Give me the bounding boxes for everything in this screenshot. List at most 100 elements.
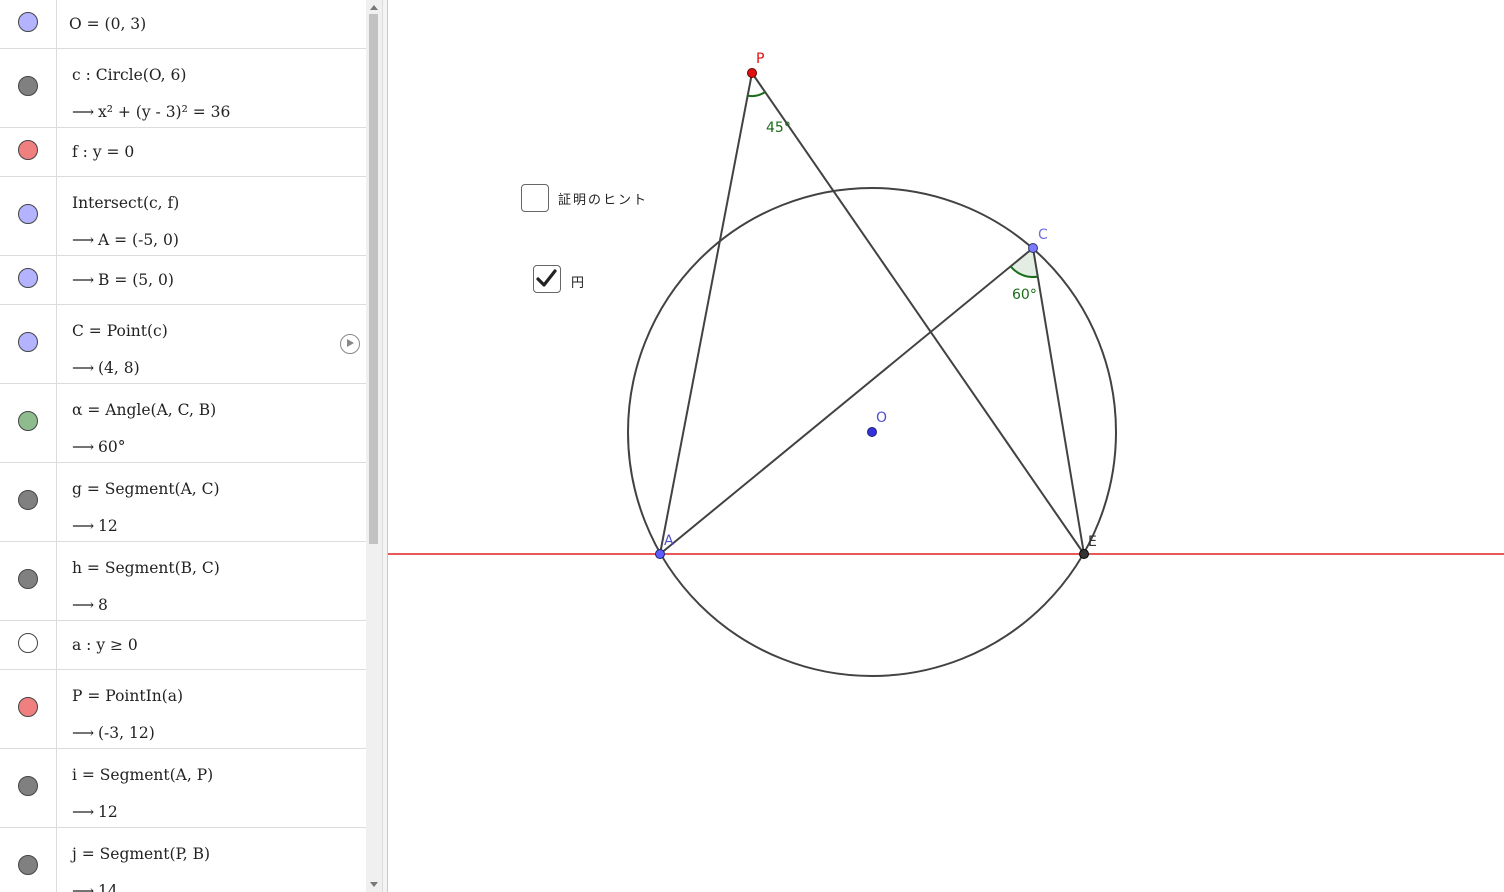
algebra-row[interactable]: c : Circle(O, 6) ⟶ x² + (y - 3)² = 36 (0, 49, 366, 128)
algebra-definition[interactable]: f : y = 0 (72, 142, 134, 162)
graphics-view[interactable]: 45° 60° P C O A E 証明のヒント 円 (388, 0, 1504, 892)
point-p-label: P (756, 51, 764, 67)
algebra-definition[interactable]: α = Angle(A, C, B) (72, 400, 216, 420)
algebra-text: a : y ≥ 0 (72, 636, 138, 654)
algebra-text: Intersect(c, f) (72, 194, 180, 212)
algebra-output[interactable]: ⟶ 12 (72, 802, 118, 822)
algebra-definition[interactable]: c : Circle(O, 6) (72, 65, 186, 85)
algebra-scrollbar[interactable] (366, 0, 382, 892)
output-arrow: ⟶ (72, 803, 95, 821)
scroll-up-arrow-icon[interactable] (370, 5, 378, 10)
algebra-row[interactable]: α = Angle(A, C, B) ⟶ 60° (0, 384, 366, 463)
visibility-toggle-icon[interactable] (18, 411, 38, 431)
point-o-label: O (876, 410, 887, 426)
algebra-text: C = Point(c) (72, 322, 168, 340)
algebra-row[interactable]: C = Point(c) ⟶ (4, 8) (0, 305, 366, 384)
point-c-label: C (1038, 227, 1048, 243)
scroll-down-arrow-icon[interactable] (370, 882, 378, 887)
play-animation-icon[interactable] (340, 334, 360, 354)
point-p[interactable] (747, 68, 757, 78)
output-arrow: ⟶ (72, 724, 95, 742)
segment-g[interactable] (659, 247, 1034, 555)
circle-checkbox-label[interactable]: 円 (571, 272, 586, 291)
algebra-output[interactable]: ⟶ B = (5, 0) (72, 270, 174, 290)
proof-hint-label[interactable]: 証明のヒント (558, 189, 648, 208)
segment-i[interactable] (659, 72, 753, 555)
algebra-row[interactable]: a : y ≥ 0 (0, 621, 366, 670)
visibility-toggle-icon[interactable] (18, 12, 38, 32)
visibility-toggle-icon[interactable] (18, 268, 38, 288)
checkmark-icon (536, 269, 557, 287)
algebra-text: A = (-5, 0) (98, 231, 179, 249)
algebra-definition[interactable]: P = PointIn(a) (72, 686, 183, 706)
algebra-definition[interactable]: i = Segment(A, P) (72, 765, 213, 785)
visibility-cell (0, 749, 57, 827)
visibility-cell (0, 256, 57, 304)
angle-p-label: 45° (766, 120, 791, 136)
algebra-definition[interactable]: a : y ≥ 0 (72, 635, 138, 655)
algebra-row[interactable]: Intersect(c, f) ⟶ A = (-5, 0) (0, 177, 366, 256)
algebra-row[interactable]: O = (0, 3) (0, 0, 366, 49)
point-o[interactable] (867, 427, 877, 437)
visibility-toggle-icon[interactable] (18, 776, 38, 796)
algebra-output[interactable]: ⟶ A = (-5, 0) (72, 230, 179, 250)
algebra-text: 12 (98, 803, 118, 821)
graphics-canvas[interactable]: 45° 60° P C O A E (388, 0, 1504, 892)
algebra-text: α = Angle(A, C, B) (72, 401, 217, 419)
visibility-cell (0, 542, 57, 620)
algebra-definition[interactable]: C = Point(c) (72, 321, 168, 341)
algebra-row[interactable]: h = Segment(B, C) ⟶ 8 (0, 542, 366, 621)
algebra-output[interactable]: ⟶ (4, 8) (72, 358, 140, 378)
algebra-row[interactable]: P = PointIn(a) ⟶ (-3, 12) (0, 670, 366, 749)
algebra-text: j = Segment(P, B) (72, 845, 211, 863)
point-b[interactable] (1079, 549, 1089, 559)
visibility-toggle-icon[interactable] (18, 569, 38, 589)
algebra-definition[interactable]: h = Segment(B, C) (72, 558, 220, 578)
visibility-toggle-icon[interactable] (18, 140, 38, 160)
output-arrow: ⟶ (72, 103, 95, 121)
point-c[interactable] (1028, 243, 1038, 253)
algebra-text: B = (5, 0) (98, 271, 174, 289)
segment-j[interactable] (751, 72, 1085, 555)
visibility-cell (0, 128, 57, 176)
algebra-row[interactable]: i = Segment(A, P) ⟶ 12 (0, 749, 366, 828)
output-arrow: ⟶ (72, 882, 95, 892)
algebra-output[interactable]: ⟶ 8 (72, 595, 108, 615)
visibility-toggle-icon[interactable] (18, 633, 38, 653)
visibility-toggle-icon[interactable] (18, 204, 38, 224)
visibility-toggle-icon[interactable] (18, 332, 38, 352)
algebra-definition[interactable]: Intersect(c, f) (72, 193, 179, 213)
output-arrow: ⟶ (72, 271, 95, 289)
visibility-toggle-icon[interactable] (18, 76, 38, 96)
scrollbar-thumb[interactable] (369, 14, 378, 544)
algebra-row[interactable]: j = Segment(P, B) ⟶ 14 (0, 828, 366, 892)
algebra-text: (-3, 12) (98, 724, 155, 742)
output-arrow: ⟶ (72, 359, 95, 377)
visibility-cell (0, 828, 57, 892)
algebra-definition[interactable]: j = Segment(P, B) (72, 844, 210, 864)
visibility-toggle-icon[interactable] (18, 490, 38, 510)
angle-alpha-label: 60° (1012, 287, 1037, 303)
algebra-text: P = PointIn(a) (72, 687, 184, 705)
proof-hint-checkbox[interactable] (521, 184, 549, 212)
output-arrow: ⟶ (72, 231, 95, 249)
segment-h[interactable] (1032, 247, 1085, 555)
algebra-definition[interactable]: g = Segment(A, C) (72, 479, 220, 499)
algebra-output[interactable]: ⟶ 14 (72, 881, 118, 892)
algebra-output[interactable]: ⟶ 12 (72, 516, 118, 536)
algebra-output[interactable]: ⟶ (-3, 12) (72, 723, 155, 743)
algebra-text: 12 (98, 517, 118, 535)
algebra-row[interactable]: f : y = 0 (0, 128, 366, 177)
algebra-output[interactable]: ⟶ 60° (72, 437, 125, 457)
circle-checkbox[interactable] (533, 265, 561, 293)
algebra-text: c : Circle(O, 6) (72, 66, 187, 84)
algebra-definition[interactable]: O = (0, 3) (69, 14, 146, 34)
algebra-row[interactable]: ⟶ B = (5, 0) (0, 256, 366, 305)
algebra-row[interactable]: g = Segment(A, C) ⟶ 12 (0, 463, 366, 542)
visibility-toggle-icon[interactable] (18, 697, 38, 717)
algebra-view[interactable]: O = (0, 3) c : Circle(O, 6) ⟶ x² + (y - 3)²… (0, 0, 366, 892)
visibility-toggle-icon[interactable] (18, 855, 38, 875)
point-a[interactable] (655, 549, 665, 559)
algebra-output[interactable]: ⟶ x² + (y - 3)² = 36 (72, 102, 230, 122)
angle-p-arc[interactable] (747, 91, 766, 98)
